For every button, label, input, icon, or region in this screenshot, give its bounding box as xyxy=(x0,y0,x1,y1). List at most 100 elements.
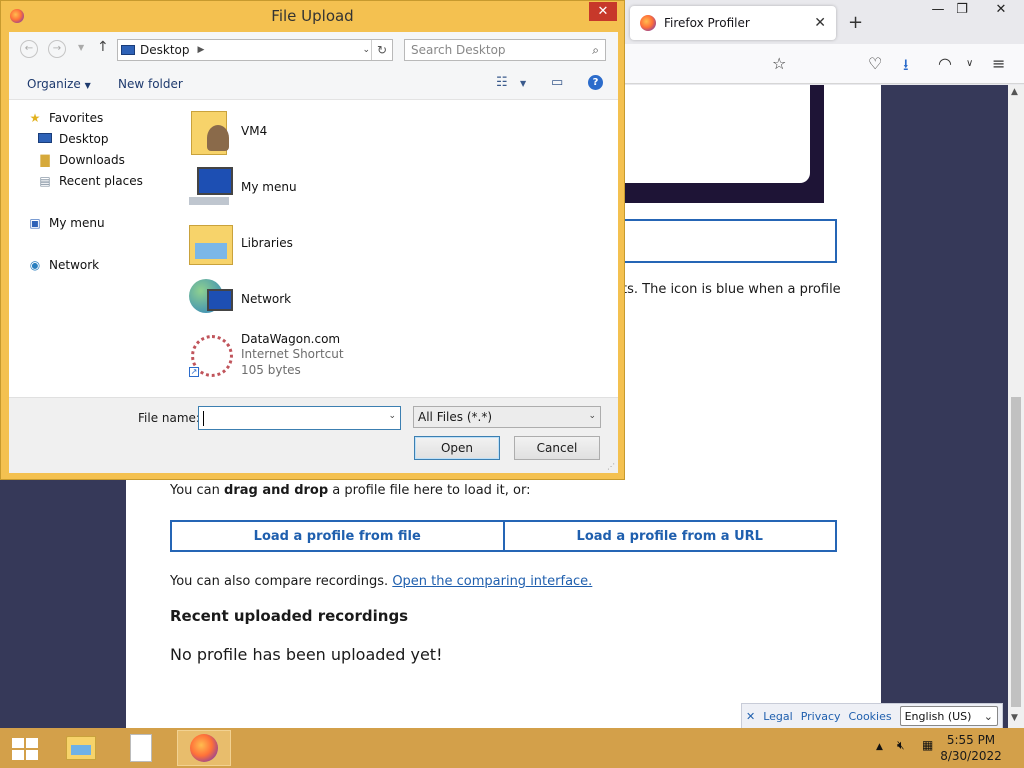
scrollbar-thumb[interactable] xyxy=(1011,397,1021,707)
intro-text: ts. The icon is blue when a profile xyxy=(622,282,841,297)
recent-locations-icon[interactable]: ▼ xyxy=(78,43,84,52)
file-name: VM4 xyxy=(241,124,268,138)
scroll-down-icon[interactable]: ▼ xyxy=(1011,713,1018,723)
start-button[interactable] xyxy=(12,738,38,760)
desktop-icon xyxy=(121,45,135,55)
volume-muted-icon[interactable]: 🔇︎ xyxy=(897,738,905,753)
file-name: DataWagon.com xyxy=(241,332,341,346)
back-icon[interactable]: ← xyxy=(20,40,38,58)
file-item-datawagon[interactable]: ↗ DataWagon.com Internet Shortcut 105 by… xyxy=(187,331,344,379)
downloads-icon[interactable]: ⭳ xyxy=(903,54,909,81)
recent-recordings-heading: Recent uploaded recordings xyxy=(170,607,409,625)
desktop-icon xyxy=(37,132,53,146)
downloads-folder-icon: ▇ xyxy=(40,153,50,167)
legal-link[interactable]: Legal xyxy=(763,710,792,723)
help-icon[interactable]: ? xyxy=(588,75,603,90)
recent-places-icon: ▤ xyxy=(39,174,51,188)
tab-firefox-profiler[interactable]: Firefox Profiler ✕ xyxy=(630,6,836,40)
taskbar-firefox[interactable] xyxy=(177,730,231,766)
view-dropdown-icon[interactable]: ▼ xyxy=(520,79,526,88)
file-name: Libraries xyxy=(241,236,293,250)
nav-favorites[interactable]: ★ Favorites xyxy=(27,111,104,125)
user-folder-icon xyxy=(187,107,235,155)
profiler-menu-chevron-icon[interactable]: ∨ xyxy=(966,58,973,69)
address-text: Desktop xyxy=(140,43,190,57)
taskbar-file-explorer[interactable] xyxy=(54,730,108,766)
footer-close-icon[interactable]: ✕ xyxy=(746,710,755,723)
network-tray-icon[interactable]: ▦ xyxy=(922,738,933,752)
file-item-my-menu[interactable]: My menu xyxy=(187,163,297,211)
view-options-icon[interactable]: ☷ xyxy=(496,75,508,90)
restore-button[interactable]: ❐ xyxy=(942,2,982,22)
dialog-close-button[interactable]: ✕ xyxy=(589,2,617,21)
new-tab-button[interactable]: + xyxy=(848,12,863,33)
language-select[interactable]: English (US) ⌄ xyxy=(899,706,998,726)
search-placeholder: Search Desktop xyxy=(411,43,506,57)
new-folder-button[interactable]: New folder xyxy=(118,77,183,91)
file-name-dropdown-icon[interactable]: ⌄ xyxy=(388,411,396,421)
file-item-vm4[interactable]: VM4 xyxy=(187,107,267,155)
pocket-icon[interactable]: ♡ xyxy=(868,54,882,73)
taskbar: ▲ 🔇︎ ▦ 5:55 PM 8/30/2022 xyxy=(0,728,1024,768)
preview-pane-icon[interactable]: ▭ xyxy=(551,75,563,90)
search-input[interactable]: Search Desktop ⌕ xyxy=(404,39,606,61)
up-arrow-icon[interactable]: ↑ xyxy=(97,39,109,55)
star-icon: ★ xyxy=(29,111,41,125)
window-close-button[interactable]: ✕ xyxy=(981,2,1021,22)
clock-date: 8/30/2022 xyxy=(940,749,1002,763)
network-icon xyxy=(187,275,235,323)
load-from-url-button[interactable]: Load a profile from a URL xyxy=(502,522,836,550)
cookies-link[interactable]: Cookies xyxy=(849,710,892,723)
tray-overflow-icon[interactable]: ▲ xyxy=(876,742,883,752)
forward-icon[interactable]: → xyxy=(48,40,66,58)
privacy-link[interactable]: Privacy xyxy=(801,710,841,723)
nav-desktop[interactable]: Desktop xyxy=(37,132,109,146)
text-caret xyxy=(203,411,204,426)
page-scrollbar[interactable]: ▲ ▼ xyxy=(1008,85,1024,728)
scroll-up-icon[interactable]: ▲ xyxy=(1011,87,1018,97)
file-size: 105 bytes xyxy=(241,363,301,377)
file-name-field[interactable]: ⌄ xyxy=(198,406,401,430)
network-icon: ◉ xyxy=(29,258,41,272)
dialog-titlebar[interactable]: File Upload ✕ xyxy=(1,1,624,31)
file-type: Internet Shortcut xyxy=(241,347,344,361)
language-value: English (US) xyxy=(904,709,972,723)
profiler-icon[interactable]: ◠ xyxy=(938,54,952,73)
dialog-body: ← → ▼ ↑ Desktop ▶ ⌄ ↻ Search Desktop ⌕ O… xyxy=(9,32,618,473)
search-icon: ⌕ xyxy=(592,42,599,57)
resize-grip-icon[interactable]: ⋰ xyxy=(607,462,615,471)
cancel-button[interactable]: Cancel xyxy=(514,436,600,460)
file-type-filter[interactable]: All Files (*.*) ⌄ xyxy=(413,406,601,428)
file-item-network[interactable]: Network xyxy=(187,275,291,323)
organize-button[interactable]: Organize ▼ xyxy=(27,77,91,91)
nav-downloads[interactable]: ▇ Downloads xyxy=(37,153,125,167)
nav-my-menu-label: My menu xyxy=(49,216,105,230)
tab-close-icon[interactable]: ✕ xyxy=(814,15,826,31)
address-bar[interactable]: Desktop ▶ ⌄ ↻ xyxy=(117,39,393,61)
taskbar-notepad[interactable] xyxy=(114,730,168,766)
file-name-label: File name: xyxy=(138,411,200,425)
nav-recent-places[interactable]: ▤ Recent places xyxy=(37,174,143,188)
hamburger-menu-icon[interactable]: ≡ xyxy=(992,54,1005,73)
refresh-icon[interactable]: ↻ xyxy=(371,40,392,60)
nav-my-menu[interactable]: ▣ My menu xyxy=(27,216,105,230)
chevron-right-icon[interactable]: ▶ xyxy=(198,45,205,55)
chevron-down-icon: ⌄ xyxy=(983,709,993,723)
firefox-favicon-icon xyxy=(640,15,656,31)
system-clock[interactable]: 5:55 PM 8/30/2022 xyxy=(940,732,1002,764)
nav-downloads-label: Downloads xyxy=(59,153,125,167)
file-item-libraries[interactable]: Libraries xyxy=(187,219,293,267)
nav-network[interactable]: ◉ Network xyxy=(27,258,99,272)
compare-link[interactable]: Open the comparing interface. xyxy=(392,574,592,589)
load-from-file-button[interactable]: Load a profile from file xyxy=(172,522,503,550)
document-icon xyxy=(130,734,152,762)
clock-time: 5:55 PM xyxy=(946,733,996,747)
bookmark-star-icon[interactable]: ☆ xyxy=(772,54,786,73)
open-button[interactable]: Open xyxy=(414,436,500,460)
windows-logo-icon xyxy=(12,738,24,748)
libraries-icon xyxy=(187,219,235,267)
tab-title: Firefox Profiler xyxy=(664,16,750,30)
computer-icon xyxy=(187,163,235,211)
file-name: My menu xyxy=(241,180,297,194)
address-dropdown-icon[interactable]: ⌄ xyxy=(362,45,370,55)
